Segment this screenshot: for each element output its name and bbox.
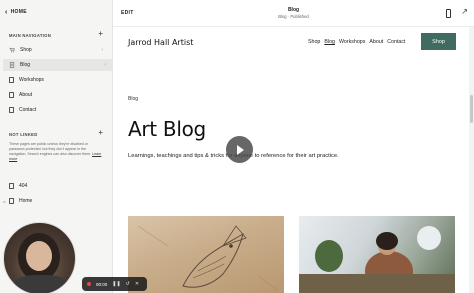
page-title: Blog — [287, 7, 300, 13]
sidebar-item-404[interactable]: 404 — [9, 180, 109, 192]
homepage-marker-icon: ⌂ — [3, 199, 6, 204]
blog-post-image-1[interactable] — [128, 216, 284, 293]
site-nav-shop[interactable]: Shop — [308, 39, 320, 45]
page-icon — [9, 76, 14, 84]
chevron-left-icon: ‹ — [5, 8, 8, 16]
fish-sketch-illustration — [137, 225, 279, 292]
add-page-main-nav-icon[interactable]: + — [98, 30, 103, 38]
site-nav: Shop Blog Workshops About Contact — [308, 39, 406, 45]
page-icon — [9, 106, 14, 114]
sidebar-item-label: About — [19, 92, 33, 98]
editor-topbar: EDIT Blog Blog · Published ↗ — [113, 0, 474, 27]
sidebar-item-home[interactable]: Home — [9, 195, 109, 207]
sidebar-item-label: Workshops — [19, 77, 44, 83]
webcam-overlay[interactable] — [3, 222, 76, 293]
sidebar-item-contact[interactable]: Contact — [9, 104, 109, 116]
shop-button[interactable]: Shop — [421, 33, 456, 50]
site-preview: Jarrod Hall Artist Shop Blog Workshops A… — [113, 27, 469, 293]
play-icon — [237, 144, 244, 155]
breadcrumb: Blog — [128, 96, 139, 102]
chevron-right-icon: › — [101, 47, 103, 53]
presenter-face — [26, 241, 52, 271]
scrollbar-thumb[interactable] — [470, 95, 473, 123]
add-page-not-linked-icon[interactable]: + — [98, 129, 103, 137]
page-icon — [9, 91, 14, 99]
home-back-button[interactable]: ‹ HOME — [5, 8, 27, 16]
blog-page-icon — [9, 62, 15, 68]
restart-icon[interactable]: ↺ — [126, 281, 130, 287]
sidebar-item-shop[interactable]: Shop › — [9, 44, 109, 56]
expand-arrow-icon[interactable]: ↗ — [461, 8, 468, 16]
sidebar-item-label: 404 — [19, 183, 28, 189]
site-title[interactable]: Jarrod Hall Artist — [128, 38, 193, 47]
site-nav-blog[interactable]: Blog — [324, 39, 335, 45]
recorder-controls: 00:00 ❚❚ ↺ ✕ — [82, 277, 147, 291]
site-nav-workshops[interactable]: Workshops — [339, 39, 365, 45]
page-icon — [9, 197, 14, 205]
sidebar-item-workshops[interactable]: Workshops — [9, 74, 109, 86]
blog-post-image-2[interactable] — [299, 216, 455, 293]
sidebar-item-blog[interactable]: Blog › — [3, 59, 112, 71]
sidebar-item-about[interactable]: About — [9, 89, 109, 101]
workshop-photo — [299, 226, 455, 293]
home-label: HOME — [10, 9, 27, 15]
sidebar-item-label: Shop — [20, 47, 32, 53]
preview-scrollbar[interactable] — [469, 27, 474, 293]
main-navigation-heading: MAIN NAVIGATION — [9, 33, 52, 38]
page-status: Blog · Published — [278, 14, 309, 19]
page-icon — [9, 182, 14, 190]
not-linked-note-text: These pages are public unless they're di… — [9, 142, 92, 156]
not-linked-note: These pages are public unless they're di… — [9, 142, 104, 162]
sidebar-item-label: Blog — [20, 62, 31, 68]
pause-icon[interactable]: ❚❚ — [112, 281, 120, 287]
presenter-body — [12, 275, 70, 293]
video-play-button[interactable] — [226, 136, 253, 163]
sidebar-item-label: Contact — [19, 107, 37, 113]
sidebar-item-label: Home — [19, 198, 33, 204]
not-linked-heading: NOT LINKED — [9, 132, 38, 137]
site-nav-contact[interactable]: Contact — [387, 39, 405, 45]
blog-heading: Art Blog — [128, 117, 206, 141]
record-stop-icon[interactable] — [87, 282, 91, 286]
chevron-right-icon: › — [104, 62, 106, 68]
mobile-preview-icon[interactable] — [446, 9, 451, 18]
recording-timer: 00:00 — [96, 281, 108, 287]
cart-icon — [9, 47, 15, 53]
delete-icon[interactable]: ✕ — [135, 281, 139, 287]
site-nav-about[interactable]: About — [369, 39, 383, 45]
